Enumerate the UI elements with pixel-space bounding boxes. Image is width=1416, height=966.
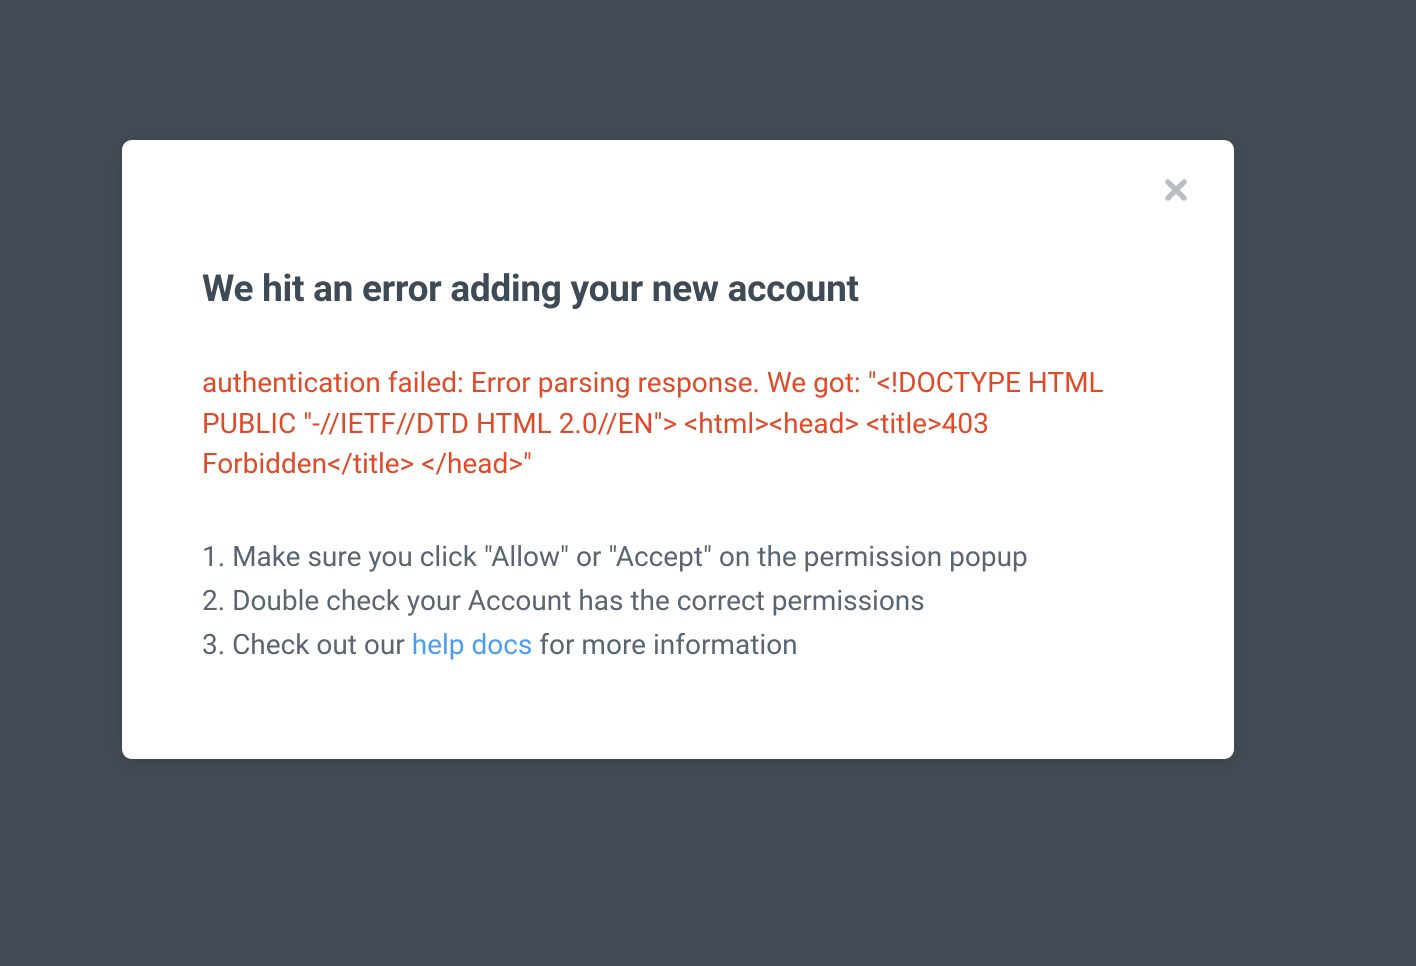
close-button[interactable] (1156, 172, 1196, 212)
step-item: Check out our help docs for more informa… (202, 623, 1154, 667)
error-message: authentication failed: Error parsing res… (202, 363, 1154, 485)
step-item: Make sure you click "Allow" or "Accept" … (202, 535, 1154, 579)
step-text: for more information (532, 628, 797, 661)
steps-list: Make sure you click "Allow" or "Accept" … (202, 535, 1154, 668)
help-docs-link[interactable]: help docs (412, 628, 533, 661)
step-text: Check out our (232, 628, 412, 661)
error-modal: We hit an error adding your new account … (122, 140, 1234, 759)
close-icon (1162, 176, 1190, 208)
step-item: Double check your Account has the correc… (202, 579, 1154, 623)
modal-title: We hit an error adding your new account (202, 268, 1154, 311)
